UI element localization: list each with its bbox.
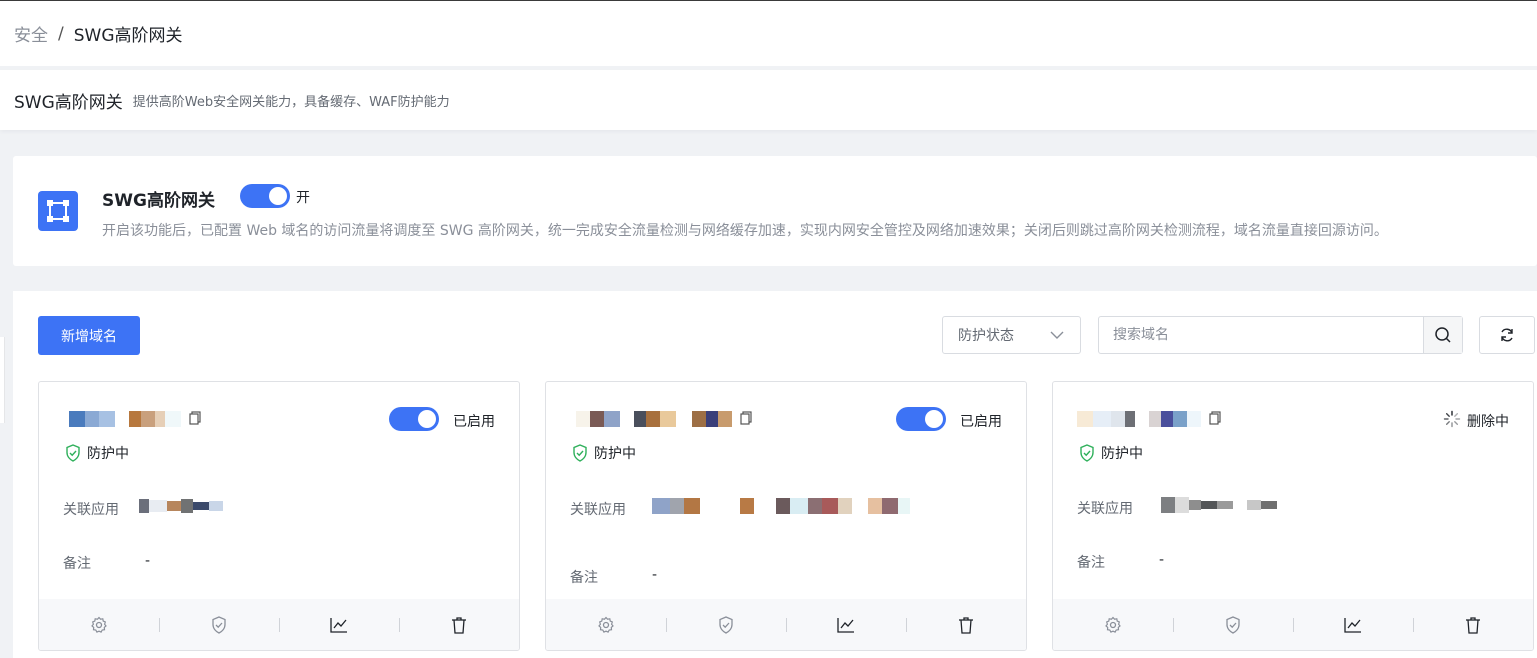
shield-icon [719, 615, 733, 634]
shield-check-icon [1080, 444, 1094, 462]
add-domain-button[interactable]: 新增域名 [38, 316, 140, 355]
protection-status: 防护中 [1079, 443, 1143, 463]
note-value: - [652, 567, 658, 583]
domain-card: 已启用 防护中 关联应用 备注 - [545, 381, 1027, 651]
trash-icon [1466, 616, 1480, 634]
domain-card: 已启用 防护中 关联应用 备注 - [38, 381, 520, 651]
protection-status-value: 防护状态 [958, 328, 1014, 344]
search-icon [1435, 327, 1451, 343]
domain-search [1098, 316, 1463, 354]
domain-state: 删除中 [1467, 414, 1509, 430]
delete-button[interactable] [906, 599, 1026, 650]
statistics-button[interactable] [786, 599, 906, 650]
breadcrumb-parent[interactable]: 安全 [14, 21, 48, 46]
note-label: 备注 [570, 570, 598, 586]
chart-icon [837, 617, 854, 633]
note-value: - [145, 553, 151, 569]
chart-icon [1344, 617, 1361, 633]
protection-config-button[interactable] [1173, 599, 1293, 650]
app-label: 关联应用 [1077, 501, 1133, 517]
protection-config-button[interactable] [159, 599, 279, 650]
associated-app-redacted [652, 494, 910, 518]
protection-status: 防护中 [572, 443, 636, 463]
gear-icon [598, 616, 614, 633]
breadcrumb: 安全 / SWG高阶网关 [0, 1, 1537, 66]
statistics-button[interactable] [279, 599, 399, 650]
domain-state: 已启用 [453, 414, 495, 430]
page-description: 提供高阶Web安全网关能力，具备缓存、WAF防护能力 [132, 94, 450, 110]
card-actions [546, 599, 1026, 650]
search-input[interactable] [1099, 317, 1423, 353]
domain-state: 已启用 [960, 414, 1002, 430]
settings-button[interactable] [39, 599, 159, 650]
search-button[interactable] [1423, 317, 1462, 353]
card-actions [39, 599, 519, 650]
feature-description: 开启该功能后，已配置 Web 域名的访问流量将调度至 SWG 高阶网关，统一完成… [102, 223, 1388, 239]
domain-toggle[interactable] [389, 407, 439, 431]
domain-toggle[interactable] [896, 407, 946, 431]
delete-button[interactable] [399, 599, 519, 650]
feature-title: SWG高阶网关 [102, 191, 215, 211]
page-header: SWG高阶网关 提供高阶Web安全网关能力，具备缓存、WAF防护能力 [0, 70, 1537, 130]
chart-icon [330, 617, 347, 633]
note-label: 备注 [1077, 555, 1105, 571]
selection-frame-icon [38, 191, 78, 231]
side-collapse-tab[interactable] [0, 337, 5, 423]
app-label: 关联应用 [63, 502, 119, 518]
shield-icon [1226, 615, 1240, 634]
copy-icon[interactable] [1209, 410, 1221, 429]
domain-name-redacted [1077, 408, 1221, 430]
domain-card: 删除中 防护中 关联应用 备注 - [1052, 381, 1534, 651]
protection-label: 防护中 [594, 446, 636, 462]
settings-button[interactable] [546, 599, 666, 650]
domain-name-redacted [69, 408, 201, 430]
copy-icon[interactable] [189, 410, 201, 429]
shield-icon [212, 615, 226, 634]
associated-app-redacted [1161, 493, 1277, 517]
feature-card: SWG高阶网关 开 开启该功能后，已配置 Web 域名的访问流量将调度至 SWG… [13, 156, 1537, 266]
statistics-button[interactable] [1293, 599, 1413, 650]
app-label: 关联应用 [570, 502, 626, 518]
note-label: 备注 [63, 556, 91, 572]
trash-icon [452, 616, 466, 634]
gear-icon [91, 616, 107, 633]
breadcrumb-current: SWG高阶网关 [73, 26, 183, 46]
note-value: - [1159, 552, 1165, 568]
associated-app-redacted [139, 494, 223, 518]
protection-label: 防护中 [87, 446, 129, 462]
protection-status-select[interactable]: 防护状态 [942, 316, 1081, 354]
card-actions [1053, 599, 1533, 650]
refresh-icon [1501, 328, 1513, 342]
feature-toggle-label: 开 [296, 190, 310, 206]
domain-list-panel: 新增域名 防护状态 已启用 防护中 关联应用 [13, 291, 1537, 658]
domain-name-redacted [576, 408, 752, 430]
shield-check-icon [573, 444, 587, 462]
chevron-down-icon [1050, 331, 1064, 339]
refresh-button[interactable] [1479, 316, 1535, 354]
loading-icon [1443, 410, 1461, 428]
feature-toggle[interactable] [240, 184, 290, 208]
gear-icon [1105, 616, 1121, 633]
protection-status: 防护中 [65, 443, 129, 463]
protection-label: 防护中 [1101, 446, 1143, 462]
breadcrumb-separator: / [58, 23, 64, 44]
page-title: SWG高阶网关 [14, 92, 123, 113]
copy-icon[interactable] [740, 410, 752, 429]
trash-icon [959, 616, 973, 634]
protection-config-button[interactable] [666, 599, 786, 650]
shield-check-icon [66, 444, 80, 462]
delete-button[interactable] [1413, 599, 1533, 650]
settings-button[interactable] [1053, 599, 1173, 650]
